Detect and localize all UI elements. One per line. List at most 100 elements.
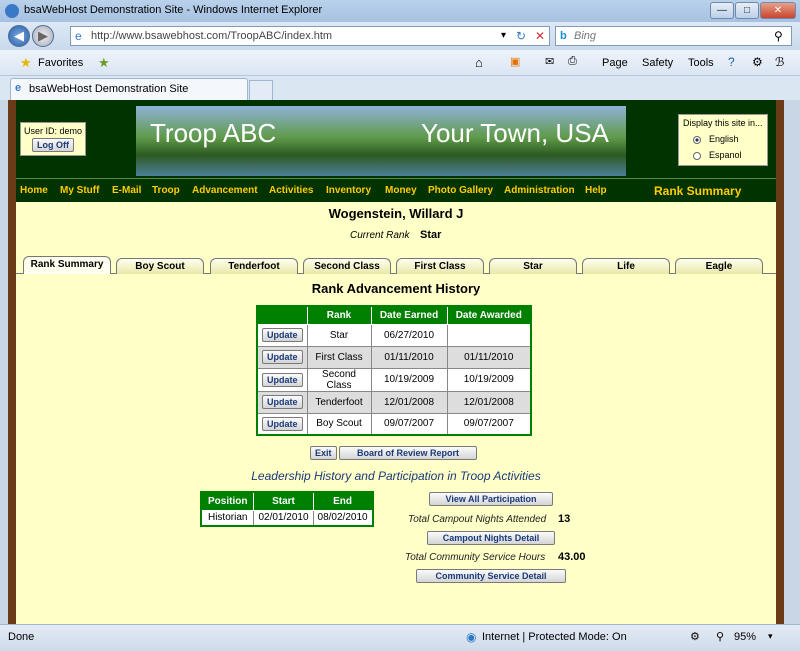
service-value: 43.00 — [558, 551, 586, 563]
safety-menu[interactable]: Safety — [642, 57, 673, 69]
lang-spanish-option[interactable]: Espanol — [693, 150, 767, 160]
awarded-cell: 10/19/2009 — [446, 367, 532, 392]
research-icon[interactable]: ⚙ — [752, 55, 763, 69]
service-label: Total Community Service Hours — [405, 552, 546, 563]
tab-star[interactable]: Star — [489, 258, 577, 274]
print-icon[interactable]: ⎙ — [568, 55, 577, 68]
back-icon[interactable]: ◀ — [8, 25, 30, 47]
bluetooth-icon[interactable]: ℬ — [775, 55, 784, 69]
favorites-bar: ★ Favorites ★ ⌂ ▣ ✉ ⎙ Page Safety Tools … — [0, 50, 800, 76]
browser-tab[interactable]: e bsaWebHost Demonstration Site — [10, 78, 248, 100]
address-toolbar: ◀ ▶ e http://www.bsawebhost.com/TroopABC… — [0, 22, 800, 50]
nav-troop[interactable]: Troop — [152, 185, 180, 196]
mail-icon[interactable]: ✉ — [545, 55, 554, 68]
tab-second-class[interactable]: Second Class — [303, 258, 391, 274]
user-id-label: User ID: demo — [23, 126, 83, 136]
maximize-button[interactable]: □ — [735, 2, 759, 19]
table-header: Rank Date Earned Date Awarded — [256, 305, 532, 325]
rank-cell: First Class — [306, 345, 372, 369]
lang-english-option[interactable]: English — [693, 134, 767, 144]
star-icon: ★ — [20, 55, 32, 70]
current-rank-value: Star — [420, 229, 442, 241]
dropdown-icon[interactable]: ▾ — [501, 30, 506, 41]
search-box[interactable]: b Bing ⚲ — [555, 26, 792, 46]
tab-tenderfoot[interactable]: Tenderfoot — [210, 258, 298, 274]
nav-home[interactable]: Home — [20, 185, 48, 196]
radio-icon[interactable] — [693, 151, 701, 160]
zoom-level[interactable]: 95% — [734, 631, 756, 643]
ie-icon — [5, 4, 19, 18]
tab-boy-scout[interactable]: Boy Scout — [116, 258, 204, 274]
earned-cell: 12/01/2008 — [370, 390, 448, 414]
nav-my-stuff[interactable]: My Stuff — [60, 185, 99, 196]
table-row: Update Second Class 10/19/2009 10/19/200… — [256, 367, 532, 392]
nav-photo-gallery[interactable]: Photo Gallery — [428, 185, 493, 196]
view-all-participation-button[interactable]: View All Participation — [429, 492, 553, 506]
close-window-button[interactable]: ✕ — [760, 2, 796, 19]
new-tab-button[interactable] — [249, 80, 273, 100]
nav-email[interactable]: E-Mail — [112, 185, 141, 196]
start-cell: 02/01/2010 — [253, 509, 314, 527]
bing-icon: b — [560, 30, 567, 42]
campout-detail-button[interactable]: Campout Nights Detail — [427, 531, 555, 545]
forward-icon[interactable]: ▶ — [32, 25, 54, 47]
column-header: Position — [200, 491, 255, 511]
rank-cell: Boy Scout — [306, 412, 372, 436]
nav-inventory[interactable]: Inventory — [326, 185, 371, 196]
leadership-table: Position Start End Historian 02/01/2010 … — [200, 491, 374, 527]
minimize-button[interactable]: — — [710, 2, 734, 19]
earned-cell: 09/07/2007 — [370, 412, 448, 436]
window-title: bsaWebHost Demonstration Site - Windows … — [24, 4, 323, 16]
site-header: User ID: demo Log Off Troop ABC Your Tow… — [16, 100, 776, 178]
home-icon[interactable]: ⌂ — [475, 55, 483, 70]
service-detail-button[interactable]: Community Service Detail — [416, 569, 566, 583]
stop-icon[interactable]: ✕ — [535, 29, 545, 43]
tools-menu[interactable]: Tools — [688, 57, 714, 69]
zoom-dropdown-icon[interactable]: ▾ — [768, 631, 773, 642]
position-cell: Historian — [200, 509, 255, 527]
update-button[interactable]: Update — [262, 350, 303, 364]
nav-money[interactable]: Money — [385, 185, 417, 196]
update-button[interactable]: Update — [262, 416, 303, 431]
awarded-cell: 09/07/2007 — [446, 412, 532, 436]
protected-mode-icon[interactable]: ⚙ — [690, 630, 700, 643]
nav-administration[interactable]: Administration — [504, 185, 575, 196]
current-rank-label: Current Rank — [350, 230, 410, 241]
tab-rank-summary[interactable]: Rank Summary — [23, 256, 111, 274]
search-icon[interactable]: ⚲ — [774, 29, 783, 43]
language-title: Display this site in... — [683, 118, 763, 128]
nav-help[interactable]: Help — [585, 185, 607, 196]
user-box: User ID: demo Log Off — [20, 122, 86, 156]
address-bar[interactable]: e http://www.bsawebhost.com/TroopABC/ind… — [70, 26, 550, 46]
table-row: Historian 02/01/2010 08/02/2010 — [200, 509, 374, 527]
add-favorite-icon[interactable]: ★ — [98, 55, 110, 71]
security-zone[interactable]: Internet | Protected Mode: On — [482, 631, 627, 643]
tab-eagle[interactable]: Eagle — [675, 258, 763, 274]
address-url: http://www.bsawebhost.com/TroopABC/index… — [91, 30, 333, 42]
update-button[interactable]: Update — [262, 395, 303, 409]
rank-cell: Tenderfoot — [306, 390, 372, 414]
logoff-button[interactable]: Log Off — [32, 138, 74, 152]
column-header: Date Earned — [370, 305, 448, 325]
nav-activities[interactable]: Activities — [269, 185, 313, 196]
favorites-button[interactable]: Favorites — [38, 57, 83, 69]
exit-button[interactable]: Exit — [310, 446, 337, 460]
banner-town-name: Your Town, USA — [421, 118, 609, 148]
feeds-icon[interactable]: ▣ — [510, 55, 520, 68]
update-button[interactable]: Update — [262, 372, 303, 387]
refresh-icon[interactable]: ↻ — [516, 29, 526, 43]
help-icon[interactable]: ? — [728, 55, 735, 69]
section-title: Rank Summary — [654, 184, 742, 198]
rank-cell: Star — [306, 323, 372, 347]
radio-icon[interactable] — [693, 135, 701, 144]
tab-life[interactable]: Life — [582, 258, 670, 274]
update-button[interactable]: Update — [262, 328, 303, 342]
campout-value: 13 — [558, 513, 571, 525]
campout-label: Total Campout Nights Attended — [408, 514, 547, 525]
board-of-review-button[interactable]: Board of Review Report — [339, 446, 477, 460]
nav-advancement[interactable]: Advancement — [192, 185, 258, 196]
window-titlebar: bsaWebHost Demonstration Site - Windows … — [0, 0, 800, 22]
table-row: Update First Class 01/11/2010 01/11/2010 — [256, 345, 532, 369]
page-menu[interactable]: Page — [602, 57, 628, 69]
tab-first-class[interactable]: First Class — [396, 258, 484, 274]
